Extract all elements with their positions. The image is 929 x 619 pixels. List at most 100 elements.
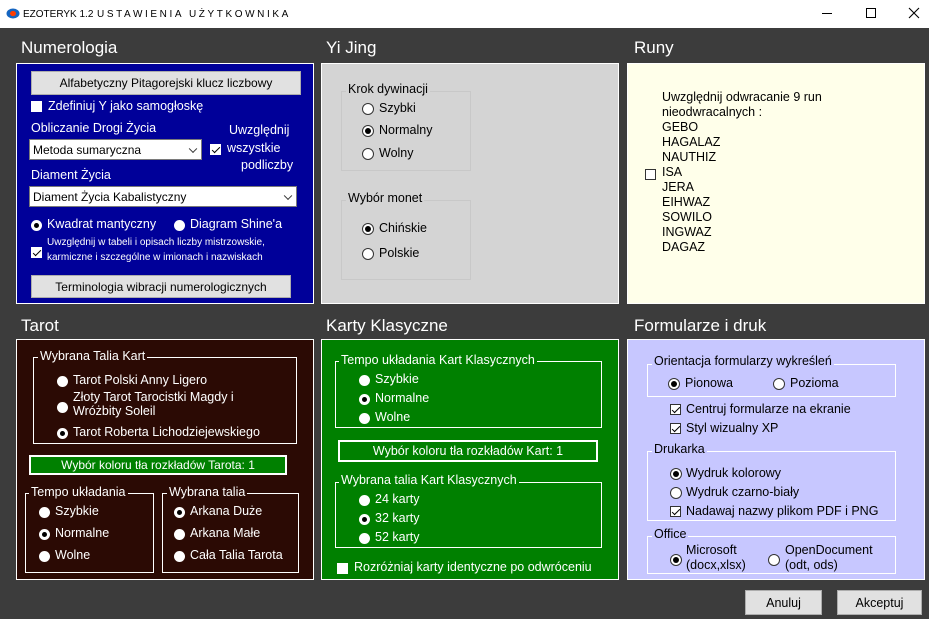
office-ms-radio[interactable] <box>670 554 682 566</box>
maximize-icon[interactable] <box>866 8 876 18</box>
karty-color-button[interactable]: Wybór koloru tła rozkładów Kart: 1 <box>338 440 598 462</box>
rune-hagalaz: HAGALAZ <box>662 135 721 149</box>
cancel-button[interactable]: Anuluj <box>745 590 822 615</box>
tarot-panel: Wybrana Talia Kart Tarot Polski Anny Lig… <box>16 339 314 580</box>
life-path-value: Metoda sumaryczna <box>33 142 142 157</box>
coins-group <box>341 200 471 280</box>
orient-group-label: Orientacja formularzy wykreśleń <box>652 354 834 368</box>
rune-jera: JERA <box>662 180 694 194</box>
close-icon[interactable] <box>908 7 920 19</box>
karty-header: Karty Klasyczne <box>326 316 448 335</box>
accept-button[interactable]: Akceptuj <box>837 590 922 615</box>
rune-isa: ISA <box>662 165 683 179</box>
rune-gebo: GEBO <box>662 120 699 134</box>
printer-group-label: Drukarka <box>652 442 707 456</box>
deck-zloty-label2: Wróżbity Soleil <box>73 404 156 418</box>
minimize-icon[interactable] <box>822 13 832 14</box>
pdf-names-checkbox[interactable] <box>670 506 681 517</box>
master-numbers-checkbox[interactable] <box>31 247 42 258</box>
step-slow-radio[interactable] <box>362 148 374 160</box>
runy-panel: Uwzględnij odwracanie 9 run nieodwracaln… <box>627 63 925 304</box>
include-all-line2: wszystkie <box>227 141 281 155</box>
runy-text-line2: nieodwracalnych : <box>662 105 763 119</box>
office-ms-label2: (docx,xlsx) <box>686 558 746 572</box>
karty-tempo-normal-label: Normalne <box>375 391 430 405</box>
square-radio[interactable] <box>31 220 42 231</box>
office-od-label1: OpenDocument <box>785 543 873 557</box>
formularze-header: Formularze i druk <box>634 316 767 335</box>
tempo-normal-radio[interactable] <box>39 529 50 540</box>
karty-tempo-normal-radio[interactable] <box>359 394 370 405</box>
deck-group-label: Wybrana Talia Kart <box>38 349 148 363</box>
life-path-select[interactable]: Metoda sumaryczna <box>29 139 202 160</box>
tempo-fast-label: Szybkie <box>55 504 99 518</box>
diagram-radio[interactable] <box>174 220 185 231</box>
runy-text-line1: Uwzględnij odwracanie 9 run <box>662 90 822 104</box>
master-numbers-line1: Uwzględnij w tabeli i opisach liczby mis… <box>47 237 265 248</box>
diamond-select[interactable]: Diament Życia Kabalistyczny <box>29 186 297 207</box>
talia-full-radio[interactable] <box>174 551 185 562</box>
tempo-normal-label: Normalne <box>55 526 110 540</box>
xp-style-label: Styl wizualny XP <box>686 421 779 435</box>
distinguish-label: Rozróżniaj karty identyczne po odwróceni… <box>354 560 592 574</box>
karty-32-radio[interactable] <box>359 514 370 525</box>
rune-nauthiz: NAUTHIZ <box>662 150 717 164</box>
karty-52-label: 52 karty <box>375 530 420 544</box>
talia-major-radio[interactable] <box>174 507 185 518</box>
print-bw-radio[interactable] <box>670 487 682 499</box>
include-all-line1: Uwzględnij <box>229 123 290 137</box>
step-slow-label: Wolny <box>379 146 414 160</box>
office-od-radio[interactable] <box>768 554 780 566</box>
karty-24-radio[interactable] <box>359 495 370 506</box>
tarot-color-button[interactable]: Wybór koloru tła rozkładów Tarota: 1 <box>29 455 287 475</box>
deck-ligero-radio[interactable] <box>57 376 68 387</box>
step-fast-label: Szybki <box>379 101 416 115</box>
deck-zloty-radio[interactable] <box>57 402 68 413</box>
chevron-down-icon <box>283 191 293 200</box>
talia-minor-radio[interactable] <box>174 529 185 540</box>
terminology-button[interactable]: Terminologia wibracji numerologicznych <box>31 275 291 298</box>
talia-minor-label: Arkana Małe <box>190 526 261 540</box>
karty-52-radio[interactable] <box>359 533 370 544</box>
tempo-slow-radio[interactable] <box>39 551 50 562</box>
office-ms-label1: Microsoft <box>686 543 737 557</box>
coins-chinese-radio[interactable] <box>362 223 374 235</box>
center-forms-checkbox[interactable] <box>670 404 681 415</box>
yijing-panel: Krok dywinacji Szybki Normalny Wolny Wyb… <box>321 63 619 304</box>
formularze-panel: Orientacja formularzy wykreśleń Pionowa … <box>627 339 925 580</box>
karty-24-label: 24 karty <box>375 492 420 506</box>
office-group-label: Office <box>652 527 689 541</box>
coins-polish-radio[interactable] <box>362 248 374 260</box>
rune-ingwaz: INGWAZ <box>662 225 712 239</box>
orient-portrait-radio[interactable] <box>668 378 680 390</box>
diamond-label: Diament Życia <box>31 168 111 182</box>
life-path-label: Obliczanie Drogi Życia <box>31 121 157 135</box>
orient-landscape-radio[interactable] <box>773 378 785 390</box>
app-logo-icon <box>6 8 20 19</box>
rune-isa-checkbox[interactable] <box>645 169 656 180</box>
step-fast-radio[interactable] <box>362 103 374 115</box>
alphabet-key-button[interactable]: Alfabetyczny Pitagorejski klucz liczbowy <box>31 71 301 95</box>
center-forms-label: Centruj formularze na ekranie <box>686 402 851 416</box>
talia-major-label: Arkana Duże <box>190 504 263 518</box>
print-color-radio[interactable] <box>670 468 682 480</box>
karty-tempo-fast-radio[interactable] <box>359 375 370 386</box>
step-normal-label: Normalny <box>379 123 433 137</box>
deck-lichodziejewski-radio[interactable] <box>57 428 68 439</box>
distinguish-checkbox[interactable] <box>337 563 348 574</box>
karty-tempo-slow-radio[interactable] <box>359 413 370 424</box>
tempo-fast-radio[interactable] <box>39 507 50 518</box>
coins-polish-label: Polskie <box>379 246 420 260</box>
include-all-line3: podliczby <box>241 158 294 172</box>
xp-style-checkbox[interactable] <box>670 423 681 434</box>
deck-zloty-label1: Złoty Tarot Tarocistki Magdy i <box>73 390 234 404</box>
runy-header: Runy <box>634 38 674 57</box>
include-all-checkbox[interactable] <box>210 144 221 155</box>
title-bar: EZOTERYK 1.2 USTAWIENIA UŻYTKOWNIKA <box>0 0 929 28</box>
rune-dagaz: DAGAZ <box>662 240 706 254</box>
pdf-names-label: Nadawaj nazwy plikom PDF i PNG <box>686 504 879 518</box>
step-normal-radio[interactable] <box>362 125 374 137</box>
tempo-slow-label: Wolne <box>55 548 91 562</box>
rune-eihwaz: EIHWAZ <box>662 195 711 209</box>
define-y-checkbox[interactable] <box>31 101 42 112</box>
